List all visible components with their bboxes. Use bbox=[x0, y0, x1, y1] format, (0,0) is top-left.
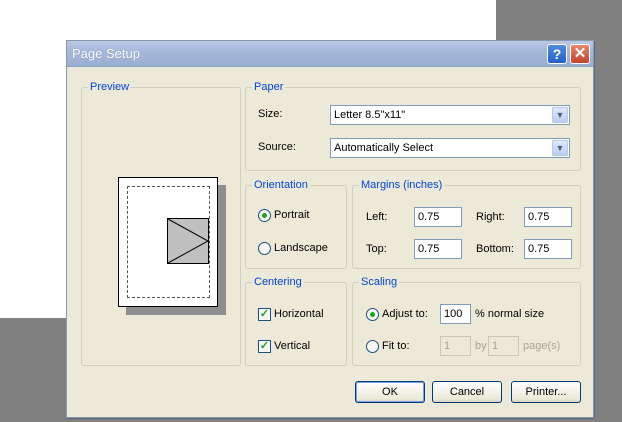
source-select[interactable]: Automatically Select ▼ bbox=[330, 138, 570, 158]
dialog-title: Page Setup bbox=[72, 46, 140, 61]
margins-legend: Margins (inches) bbox=[361, 179, 443, 191]
paper-group: Paper Size: Letter 8.5"x11" ▼ Source: Au… bbox=[245, 81, 581, 171]
chevron-down-icon[interactable]: ▼ bbox=[552, 140, 568, 156]
ok-button[interactable]: OK bbox=[355, 381, 425, 403]
horizontal-label[interactable]: Horizontal bbox=[274, 308, 324, 320]
right-margin-label: Right: bbox=[476, 211, 505, 223]
background-document-edge bbox=[0, 0, 66, 318]
left-margin-label: Left: bbox=[366, 211, 388, 223]
scaling-legend: Scaling bbox=[361, 276, 398, 288]
close-icon: ✕ bbox=[573, 45, 587, 62]
fit-pages-suffix: page(s) bbox=[523, 340, 561, 352]
close-button[interactable]: ✕ bbox=[570, 44, 590, 64]
preview-group: Preview bbox=[81, 81, 241, 366]
vertical-checkbox[interactable]: ✓ bbox=[258, 340, 271, 353]
size-label: Size: bbox=[258, 108, 283, 120]
top-margin-input[interactable]: 0.75 bbox=[414, 239, 462, 259]
size-select[interactable]: Letter 8.5"x11" ▼ bbox=[330, 105, 570, 125]
centering-legend: Centering bbox=[254, 276, 302, 288]
size-value: Letter 8.5"x11" bbox=[334, 109, 406, 121]
fit-to-label[interactable]: Fit to: bbox=[382, 340, 410, 352]
portrait-radio[interactable] bbox=[258, 209, 271, 222]
fit-by-label: by bbox=[475, 340, 487, 352]
help-button[interactable]: ? bbox=[547, 44, 567, 64]
adjust-to-suffix: % normal size bbox=[475, 308, 545, 320]
preview-legend: Preview bbox=[90, 81, 130, 93]
scaling-group: Scaling Adjust to: 100 % normal size Fit… bbox=[352, 276, 581, 366]
paper-preview bbox=[118, 177, 218, 307]
source-value: Automatically Select bbox=[334, 142, 434, 154]
source-label: Source: bbox=[258, 141, 296, 153]
top-margin-label: Top: bbox=[366, 243, 387, 255]
paper-legend: Paper bbox=[254, 81, 284, 93]
adjust-to-label[interactable]: Adjust to: bbox=[382, 308, 428, 320]
horizontal-checkbox[interactable]: ✓ bbox=[258, 308, 271, 321]
title-bar[interactable]: Page Setup ? ✕ bbox=[67, 41, 593, 67]
check-icon: ✓ bbox=[259, 340, 270, 352]
bottom-margin-input[interactable]: 0.75 bbox=[524, 239, 572, 259]
cancel-button[interactable]: Cancel bbox=[432, 381, 502, 403]
page-setup-dialog: Page Setup ? ✕ Preview Paper Size: Lette… bbox=[66, 40, 594, 418]
adjust-to-input[interactable]: 100 bbox=[440, 304, 471, 324]
chevron-down-icon[interactable]: ▼ bbox=[552, 107, 568, 123]
margins-group: Margins (inches) Left: 0.75 Right: 0.75 … bbox=[352, 179, 581, 269]
question-mark-icon: ? bbox=[552, 46, 562, 62]
orientation-group: Orientation Portrait Landscape bbox=[245, 179, 347, 269]
orientation-legend: Orientation bbox=[254, 179, 308, 191]
vertical-label[interactable]: Vertical bbox=[274, 340, 310, 352]
adjust-to-radio[interactable] bbox=[366, 308, 379, 321]
left-margin-input[interactable]: 0.75 bbox=[414, 207, 462, 227]
fit-to-radio[interactable] bbox=[366, 340, 379, 353]
right-margin-input[interactable]: 0.75 bbox=[524, 207, 572, 227]
portrait-label[interactable]: Portrait bbox=[274, 209, 309, 221]
fit-wide-input[interactable]: 1 bbox=[440, 336, 471, 356]
landscape-radio[interactable] bbox=[258, 242, 271, 255]
check-icon: ✓ bbox=[259, 308, 270, 320]
printer-button[interactable]: Printer... bbox=[511, 381, 581, 403]
landscape-preview-icon bbox=[167, 218, 209, 264]
landscape-label[interactable]: Landscape bbox=[274, 242, 328, 254]
fit-tall-input[interactable]: 1 bbox=[488, 336, 519, 356]
centering-group: Centering ✓ Horizontal ✓ Vertical bbox=[245, 276, 347, 366]
bottom-margin-label: Bottom: bbox=[476, 243, 514, 255]
